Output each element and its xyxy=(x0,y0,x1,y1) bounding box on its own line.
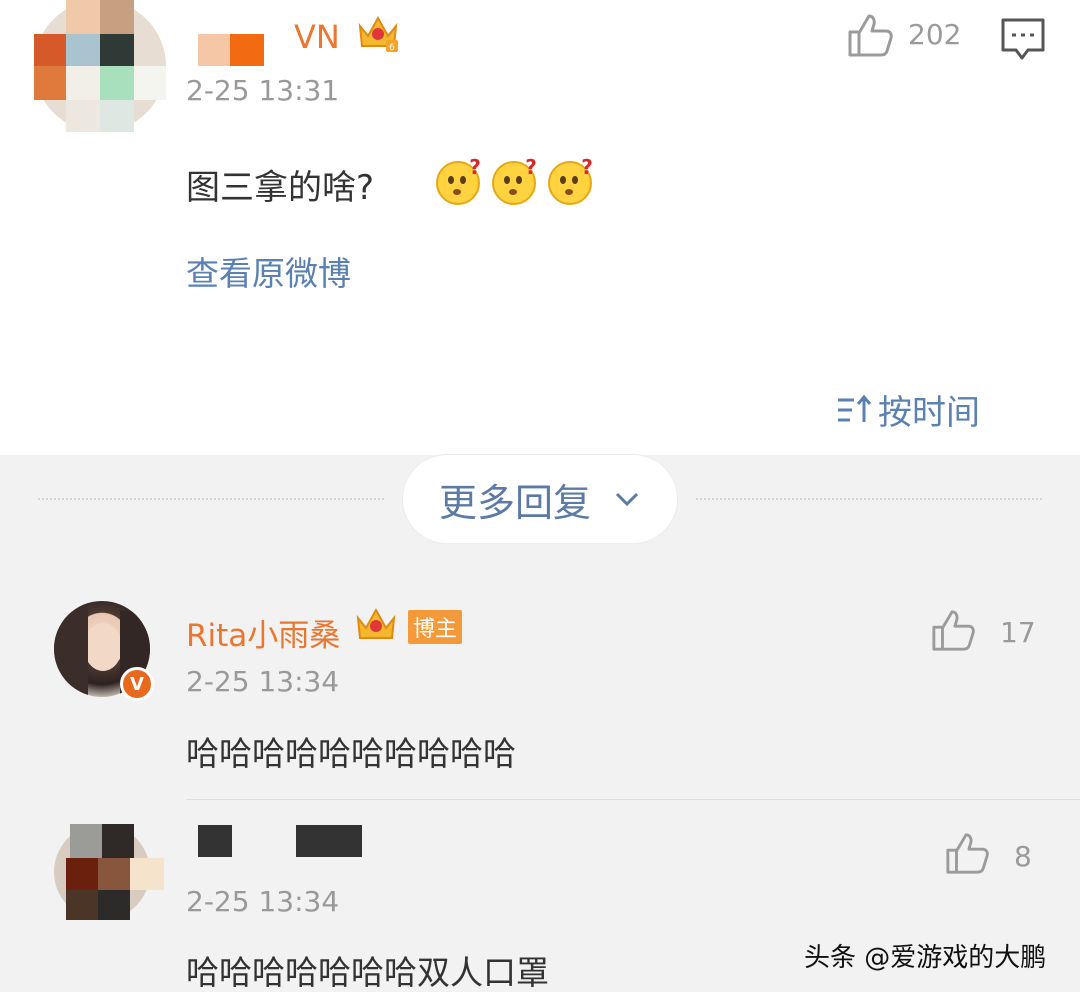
reply-username[interactable]: Rita小雨桑 xyxy=(186,610,340,655)
svg-text:?: ? xyxy=(581,156,593,179)
like-count: 17 xyxy=(1000,616,1036,649)
reply-divider xyxy=(186,799,1080,800)
sort-label: 按时间 xyxy=(878,393,980,433)
redacted-name-block xyxy=(198,825,232,857)
sort-by-time-button[interactable]: 按时间 xyxy=(836,385,980,434)
watermark: 头条 @爱游戏的大鹏 xyxy=(804,943,1047,973)
view-original-link[interactable]: 查看原微博 xyxy=(186,247,351,295)
svg-text:?: ? xyxy=(525,156,537,179)
confused-emoji-icon: ? xyxy=(436,156,481,205)
sort-icon xyxy=(838,394,872,422)
reply-text: 哈哈哈哈哈哈哈双人口罩 xyxy=(186,953,549,992)
svg-text:6: 6 xyxy=(389,43,395,52)
reply-text: 哈哈哈哈哈哈哈哈哈哈 xyxy=(186,734,516,773)
crown-vip-icon xyxy=(356,607,396,639)
chevron-down-icon xyxy=(615,492,639,507)
redacted-name-block xyxy=(198,34,230,66)
thumbs-up-icon[interactable] xyxy=(846,12,894,58)
confused-emoji-icon: ? xyxy=(548,156,593,205)
thumbs-up-icon[interactable] xyxy=(930,608,976,652)
avatar[interactable] xyxy=(54,824,164,924)
confused-emoji-icon: ? xyxy=(492,156,537,205)
username[interactable]: VN xyxy=(294,18,340,56)
comment-text: 图三拿的啥? xyxy=(186,168,375,208)
reply-time: 2-25 13:34 xyxy=(186,885,340,918)
like-count: 8 xyxy=(1014,840,1032,873)
redacted-name-block xyxy=(230,34,264,66)
redacted-name-block xyxy=(296,825,362,857)
more-replies-button[interactable]: 更多回复 xyxy=(403,455,677,543)
comment-icon[interactable] xyxy=(1000,17,1046,61)
like-count: 202 xyxy=(908,18,962,51)
divider-right xyxy=(696,498,1042,500)
crown-vip-icon: 6 xyxy=(358,15,398,52)
reply-time: 2-25 13:34 xyxy=(186,665,340,698)
avatar[interactable] xyxy=(34,0,166,132)
emoji-row: ? ? ? xyxy=(434,156,596,206)
verified-v-icon: V xyxy=(120,667,154,701)
more-replies-label: 更多回复 xyxy=(438,480,591,525)
svg-text:?: ? xyxy=(469,156,481,179)
thumbs-up-icon[interactable] xyxy=(944,831,990,875)
comment-time: 2-25 13:31 xyxy=(186,74,340,107)
divider-left xyxy=(38,498,384,500)
blogger-badge: 博主 xyxy=(408,610,462,644)
